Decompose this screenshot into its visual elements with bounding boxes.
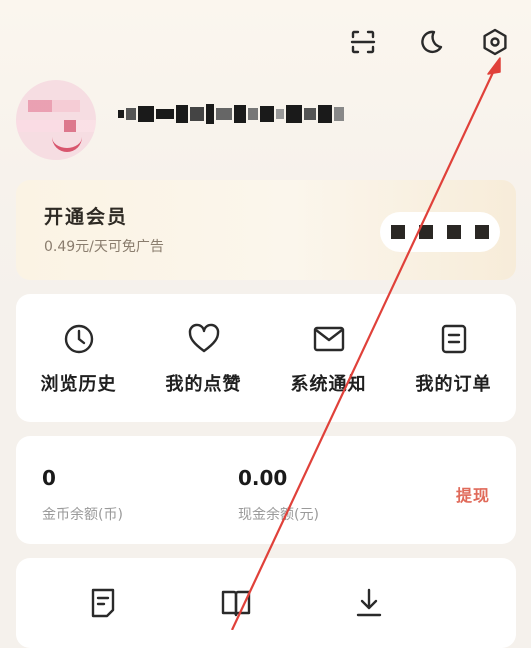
browse-history-label: 浏览历史	[40, 374, 117, 395]
tool-note-button[interactable]	[36, 558, 169, 648]
cash-balance-label: 现金余额(元)	[238, 507, 319, 523]
cash-balance-value: 0.00	[238, 466, 288, 490]
my-likes-button[interactable]: 我的点赞	[141, 294, 266, 422]
heart-icon	[187, 322, 221, 356]
vip-title: 开通会员	[44, 206, 129, 228]
book-icon	[219, 586, 253, 620]
vip-open-button[interactable]	[380, 212, 500, 252]
system-notice-button[interactable]: 系统通知	[266, 294, 391, 422]
avatar[interactable]	[16, 80, 96, 160]
order-icon	[437, 322, 471, 356]
tool-download-button[interactable]	[303, 558, 436, 648]
my-orders-label: 我的订单	[415, 374, 492, 395]
system-notice-label: 系统通知	[290, 374, 367, 395]
browse-history-button[interactable]: 浏览历史	[16, 294, 141, 422]
settings-icon[interactable]	[475, 22, 515, 62]
vip-banner[interactable]: 开通会员 0.49元/天可免广告	[16, 180, 516, 280]
wallet-card: 0 金币余额(币) 0.00 现金余额(元) 提现	[16, 436, 516, 544]
withdraw-button[interactable]: 提现	[456, 482, 490, 506]
quick-links-card: 浏览历史 我的点赞 系统通知 我的订单	[16, 294, 516, 422]
scan-icon[interactable]	[343, 22, 383, 62]
download-icon	[352, 586, 386, 620]
tool-book-button[interactable]	[169, 558, 302, 648]
note-icon	[86, 586, 120, 620]
my-likes-label: 我的点赞	[165, 374, 242, 395]
moon-icon[interactable]	[411, 22, 451, 62]
coin-balance-label: 金币余额(币)	[42, 507, 123, 523]
my-orders-button[interactable]: 我的订单	[391, 294, 516, 422]
coin-balance-value: 0	[42, 466, 56, 490]
mail-icon	[312, 322, 346, 356]
tools-card	[16, 558, 516, 648]
cash-balance[interactable]: 0.00 现金余额(元)	[238, 466, 319, 524]
username-obscured	[118, 100, 344, 128]
vip-subtitle: 0.49元/天可免广告	[44, 239, 164, 255]
coin-balance[interactable]: 0 金币余额(币)	[42, 466, 123, 524]
clock-icon	[62, 322, 96, 356]
top-toolbar	[343, 22, 523, 62]
